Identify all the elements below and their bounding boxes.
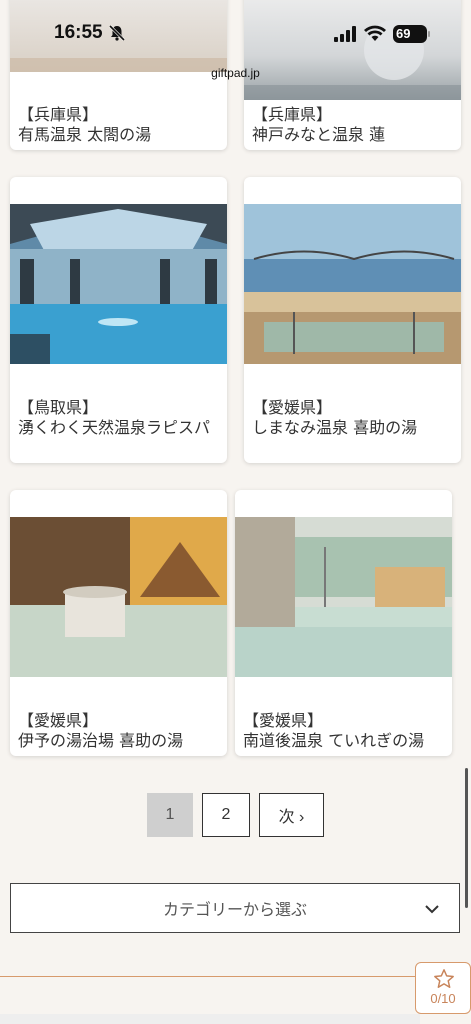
divider [0, 976, 420, 977]
next-page-link[interactable]: 次 › [259, 793, 324, 837]
page-1-current: 1 [147, 793, 193, 837]
status-time: 16:55 [54, 22, 103, 43]
onsen-card-image [235, 517, 452, 677]
page-2-link[interactable]: 2 [202, 793, 250, 837]
battery-indicator: 69 [393, 25, 430, 43]
onsen-card-image [10, 204, 227, 364]
next-section-peek [0, 1014, 420, 1024]
onsen-card-image [244, 204, 461, 364]
card-title: 湧くわく天然温泉ラピスパ [18, 418, 211, 437]
page: 16:55 69 giftpad.jp 【兵庫県】 有馬温泉 太閤の湯 【兵庫県… [0, 0, 471, 1024]
chevron-down-icon [425, 905, 439, 914]
star-icon [434, 969, 454, 988]
card-title: 有馬温泉 太閤の湯 [18, 125, 152, 144]
scrollbar[interactable] [465, 768, 468, 908]
onsen-card[interactable]: 【愛媛県】 しまなみ温泉 喜助の湯 [244, 177, 461, 463]
category-select-label: カテゴリーから選ぶ [162, 900, 307, 919]
card-prefecture: 【鳥取県】 [18, 398, 99, 417]
card-title: 神戸みなと温泉 蓮 [252, 125, 386, 144]
card-prefecture: 【愛媛県】 [18, 711, 99, 730]
card-prefecture: 【愛媛県】 [252, 398, 333, 417]
cellular-signal-icon [334, 26, 356, 42]
card-prefecture: 【兵庫県】 [252, 105, 333, 124]
browser-url: giftpad.jp [211, 66, 260, 80]
onsen-card-image [10, 517, 227, 677]
category-select[interactable]: カテゴリーから選ぶ [10, 883, 460, 933]
card-title: 伊予の湯治場 喜助の湯 [18, 731, 184, 750]
card-title: しまなみ温泉 喜助の湯 [252, 418, 418, 437]
wifi-icon [364, 25, 386, 41]
card-prefecture: 【兵庫県】 [18, 105, 99, 124]
bell-off-icon [108, 24, 126, 42]
onsen-card[interactable]: 【鳥取県】 湧くわく天然温泉ラピスパ [10, 177, 227, 463]
card-title: 南道後温泉 ていれぎの湯 [243, 731, 425, 750]
onsen-card[interactable]: 【愛媛県】 南道後温泉 ていれぎの湯 [235, 490, 452, 756]
status-bar: 16:55 69 [0, 0, 471, 70]
card-prefecture: 【愛媛県】 [243, 711, 324, 730]
onsen-card[interactable]: 【愛媛県】 伊予の湯治場 喜助の湯 [10, 490, 227, 756]
favorites-count: 0/10 [430, 991, 456, 1006]
pagination: 1 2 次 › [147, 793, 324, 837]
favorites-button[interactable]: 0/10 [415, 962, 471, 1014]
